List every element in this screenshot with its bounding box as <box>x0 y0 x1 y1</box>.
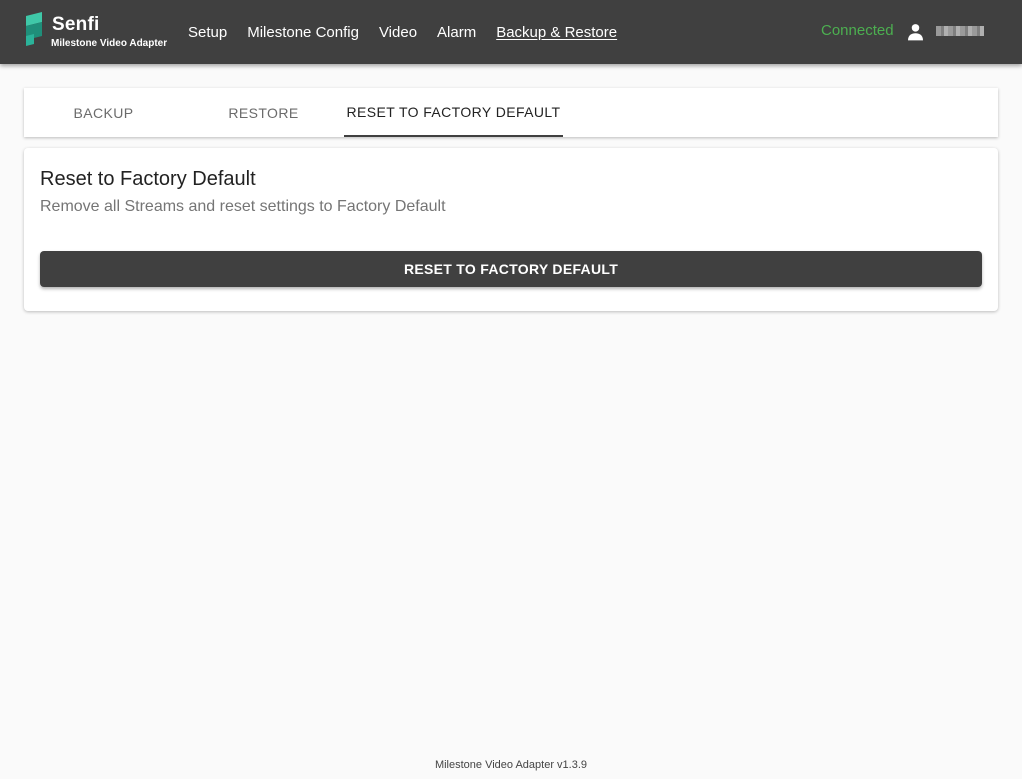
nav-milestone-config[interactable]: Milestone Config <box>237 24 369 41</box>
nav-alarm[interactable]: Alarm <box>427 24 486 41</box>
reset-card: Reset to Factory Default Remove all Stre… <box>24 148 998 311</box>
brand-name: Senfi <box>52 14 100 35</box>
card-subtitle: Remove all Streams and reset settings to… <box>40 198 446 215</box>
user-name-redacted[interactable] <box>936 26 984 36</box>
card-title: Reset to Factory Default <box>40 168 256 190</box>
nav-backup-restore[interactable]: Backup & Restore <box>486 24 627 41</box>
footer-version: Milestone Video Adapter v1.3.9 <box>434 759 588 771</box>
person-icon[interactable] <box>905 22 926 42</box>
brand-subtitle: Milestone Video Adapter <box>51 38 168 49</box>
senfi-logo-icon <box>26 12 42 46</box>
nav-video[interactable]: Video <box>369 24 427 41</box>
nav-setup[interactable]: Setup <box>178 24 237 41</box>
connection-status: Connected <box>821 22 894 39</box>
tab-reset-factory-default[interactable]: RESET TO FACTORY DEFAULT <box>344 88 563 137</box>
tab-restore[interactable]: RESTORE <box>202 88 325 137</box>
tab-bar: BACKUP RESTORE RESET TO FACTORY DEFAULT <box>24 88 998 137</box>
reset-factory-default-button[interactable]: RESET TO FACTORY DEFAULT <box>40 251 982 287</box>
main-nav: Setup Milestone Config Video Alarm Backu… <box>178 0 627 64</box>
tab-backup[interactable]: BACKUP <box>42 88 165 137</box>
top-app-bar: Senfi Milestone Video Adapter Setup Mile… <box>0 0 1022 64</box>
